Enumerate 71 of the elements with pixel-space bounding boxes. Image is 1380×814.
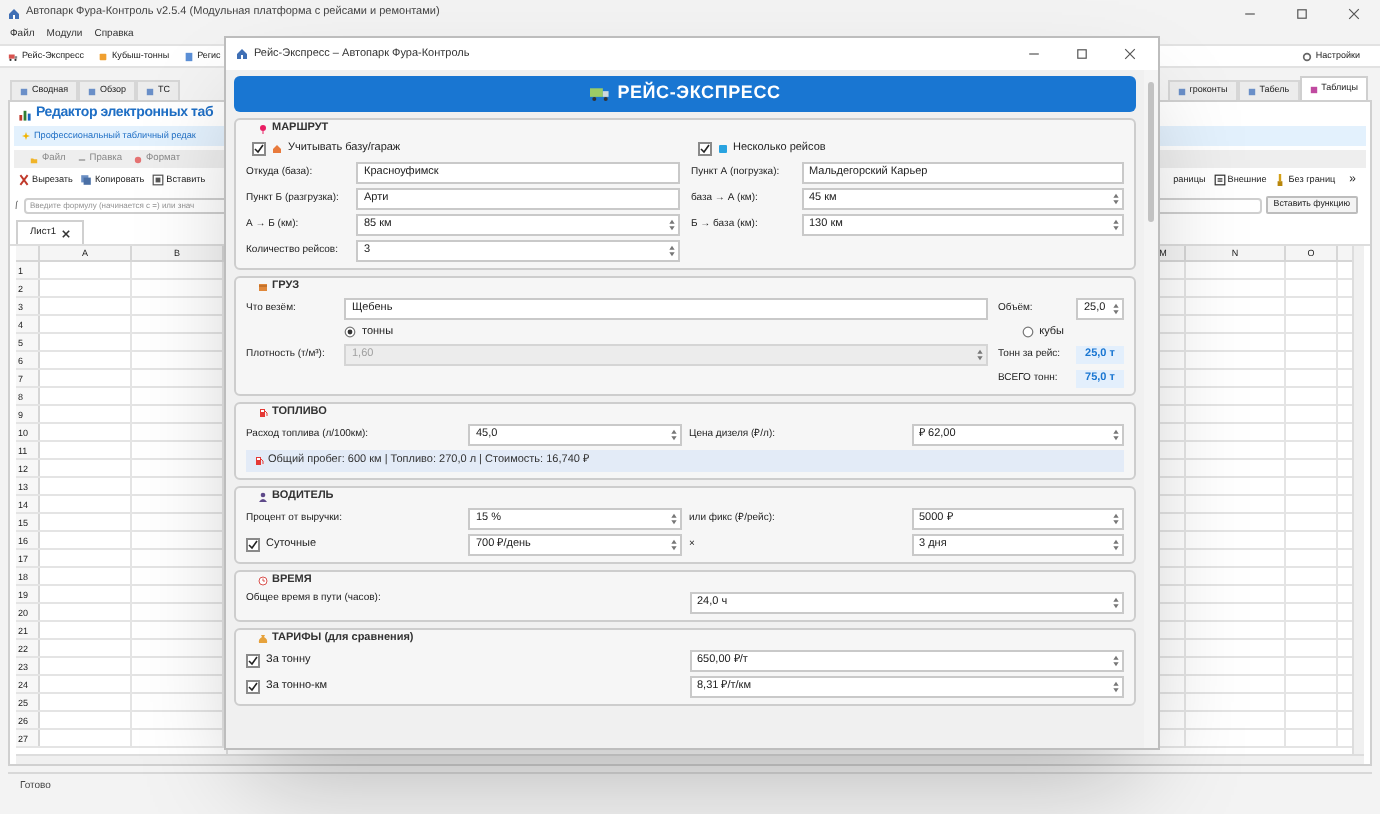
tab-icon [20, 87, 28, 95]
function-icon [14, 200, 20, 210]
close-icon [62, 229, 71, 237]
spinner-icon [669, 538, 677, 552]
scrollbar[interactable] [16, 754, 1364, 764]
palette-icon [134, 155, 143, 163]
maximize-icon [1296, 7, 1308, 19]
spinner-icon [1112, 428, 1120, 442]
check-icon [699, 144, 709, 154]
spinner-icon [1112, 218, 1120, 232]
spinner-icon [976, 348, 984, 362]
checkbox[interactable] [252, 142, 266, 156]
tab-icon [1247, 87, 1256, 95]
fuel-pump-icon [254, 456, 264, 466]
spinner-icon [1112, 302, 1120, 316]
check-icon [248, 656, 258, 666]
money-bag-icon [258, 633, 268, 643]
close-icon [1348, 7, 1360, 19]
bar-chart-icon [18, 107, 32, 121]
spinner-icon [1112, 512, 1120, 526]
app-icon [8, 7, 20, 19]
spinner-icon [667, 244, 675, 258]
spinner-icon [1112, 538, 1120, 552]
copy-icon [80, 174, 93, 187]
square-icon [717, 144, 727, 154]
spinner-icon [669, 428, 677, 442]
truck-icon [589, 86, 610, 102]
tab-icon [146, 87, 155, 95]
minimize-icon [1244, 7, 1256, 19]
tab-icon [88, 87, 97, 95]
clock-icon [258, 575, 268, 585]
dash-icon [77, 155, 86, 163]
spinner-icon [1112, 654, 1120, 668]
radio-icon [1021, 326, 1034, 338]
banner-title: РЕЙС-ЭКСПРЕСС [617, 80, 781, 107]
close-icon [1124, 48, 1136, 60]
checkbox[interactable] [246, 538, 260, 552]
checkbox[interactable] [697, 142, 711, 156]
scrollbar[interactable] [1352, 246, 1364, 754]
app-icon [236, 48, 248, 60]
scissors-icon [18, 174, 30, 187]
document-icon [183, 51, 194, 61]
radio-selected-icon [344, 326, 356, 338]
check-icon [248, 540, 258, 550]
pin-icon [258, 123, 268, 133]
tab-icon [1309, 85, 1318, 93]
truck-icon [8, 51, 18, 61]
tab-icon [1177, 87, 1186, 95]
box-icon [98, 51, 109, 61]
checkbox[interactable] [246, 654, 260, 668]
maximize-icon [1076, 48, 1088, 60]
check-icon [254, 144, 264, 154]
scrollbar[interactable] [1144, 70, 1158, 748]
sparkle-icon [22, 132, 30, 140]
border-icon [1213, 174, 1226, 187]
checkbox[interactable] [246, 680, 260, 694]
check-icon [248, 682, 258, 692]
folder-icon [30, 155, 38, 163]
brush-icon [1274, 174, 1287, 187]
minimize-icon [1028, 48, 1040, 60]
box-icon [258, 281, 268, 291]
gear-icon [1301, 51, 1312, 61]
spinner-icon [1112, 192, 1120, 206]
paste-icon [152, 174, 165, 187]
spinner-icon [1112, 596, 1120, 610]
spinner-icon [667, 218, 675, 232]
person-icon [258, 491, 268, 501]
spinner-icon [669, 512, 677, 526]
scrollbar-thumb[interactable] [1148, 82, 1154, 222]
fuel-pump-icon [258, 407, 268, 417]
spinner-icon [1112, 680, 1120, 694]
